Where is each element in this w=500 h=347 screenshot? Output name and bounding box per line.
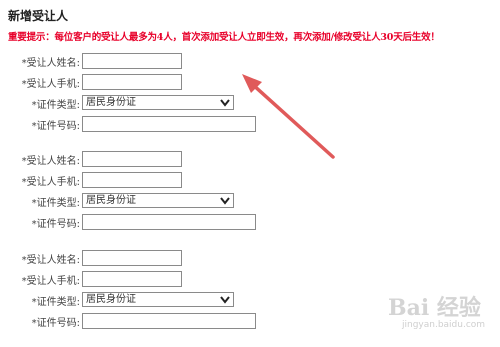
baidu-watermark: Bai 经验 jingyan.baidu.com xyxy=(388,290,496,342)
watermark-text: Bai 经验 xyxy=(388,295,481,321)
watermark-url: jingyan.baidu.com xyxy=(402,320,486,330)
